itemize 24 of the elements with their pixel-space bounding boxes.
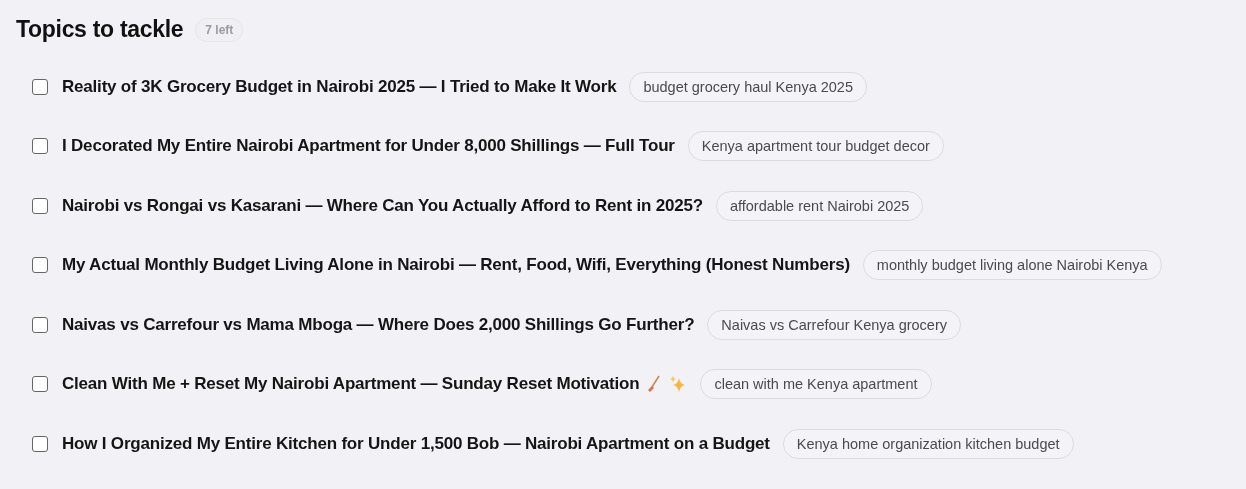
broom-icon [647, 375, 662, 393]
checkbox[interactable] [32, 138, 48, 154]
keyword-tag: Kenya apartment tour budget decor [687, 131, 944, 161]
topic-title: I Decorated My Entire Nairobi Apartment for Under 8,000 Shillings — Full Tour [62, 136, 675, 156]
section-title: Topics to tackle [16, 16, 184, 43]
keyword-tag: budget grocery haul Kenya 2025 [629, 71, 867, 102]
keyword-tag: Kenya home organization kitchen budget [782, 428, 1074, 459]
topic-title: Reality of 3K Grocery Budget in Nairobi 2025 — I Tried to Make It Work [62, 76, 617, 97]
keyword-tag: Naivas vs Carrefour Kenya grocery [707, 309, 961, 340]
count-badge: 7 left [195, 17, 244, 42]
checkbox[interactable] [32, 197, 48, 214]
keyword-tag: affordable rent Nairobi 2025 [715, 190, 924, 221]
topic-title: Clean With Me + Reset My Nairobi Apartment — Sunday Reset Motivation [62, 374, 640, 394]
topic-title: Nairobi vs Rongai vs Kasarani — Where Can You Actually Afford to Rent in 2025? [62, 195, 703, 216]
topic-title: How I Organized My Entire Kitchen for Under 1,500 Bob — Nairobi Apartment on a Budget [62, 433, 770, 454]
checkbox[interactable] [32, 78, 48, 95]
keyword-tag: monthly budget living alone Nairobi Kenya [862, 250, 1162, 280]
checkbox[interactable] [32, 376, 48, 392]
keyword-tag: clean with me Kenya apartment [700, 369, 932, 399]
checkbox[interactable] [32, 316, 48, 333]
checkbox[interactable] [32, 435, 48, 452]
topic-title: My Actual Monthly Budget Living Alone in Nairobi — Rent, Food, Wifi, Everything (Honest Numbers) [62, 255, 850, 275]
topic-title: Naivas vs Carrefour vs Mama Mboga — Where Does 2,000 Shillings Go Further? [62, 314, 695, 335]
checkbox[interactable] [32, 257, 48, 273]
